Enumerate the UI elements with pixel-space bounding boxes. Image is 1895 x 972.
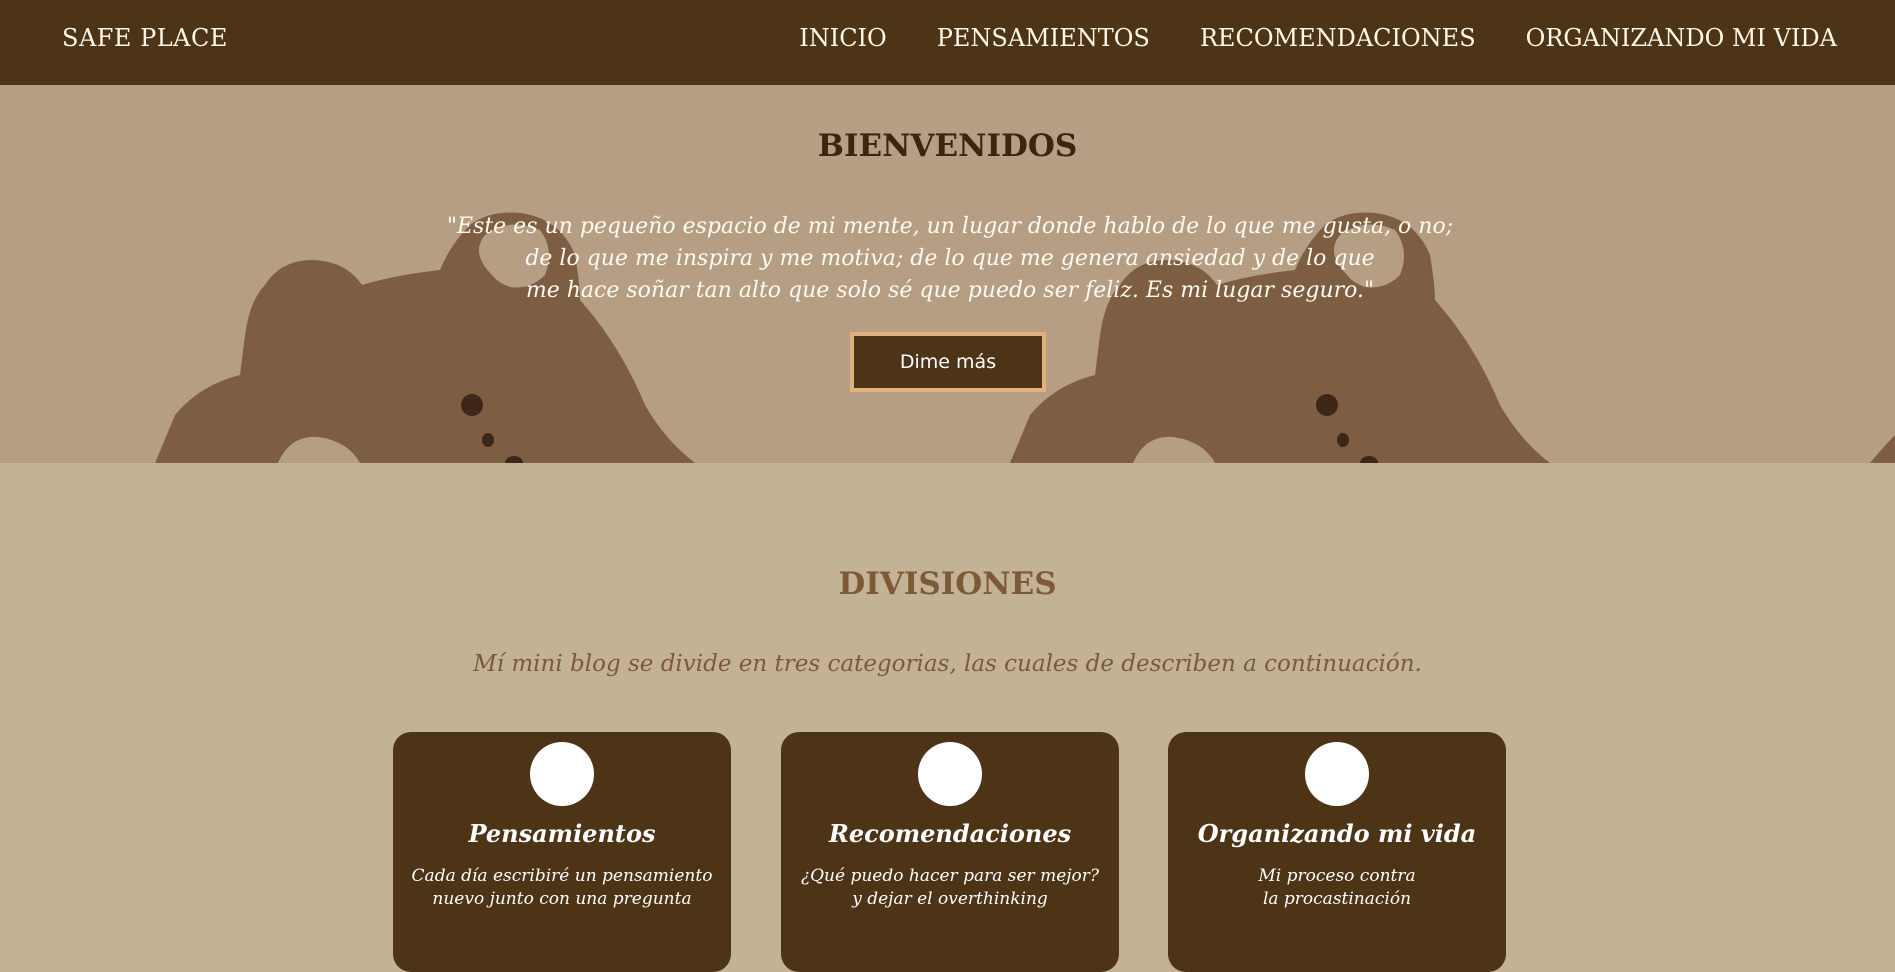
card-icon-circle xyxy=(918,742,982,806)
nav-link-pensamientos[interactable]: PENSAMIENTOS xyxy=(937,24,1150,52)
brand-logo[interactable]: SAFE PLACE xyxy=(62,24,228,52)
card-title: Recomendaciones xyxy=(828,819,1072,848)
category-card-organizando-mi-vida[interactable]: Organizando mi vida Mi proceso contra la… xyxy=(1168,732,1506,972)
card-title: Pensamientos xyxy=(468,819,656,848)
quote-line-3: me hace soñar tan alto que solo sé que p… xyxy=(525,278,1375,303)
nav-link-organizando-mi-vida[interactable]: ORGANIZANDO MI VIDA xyxy=(1526,24,1837,52)
hero-title: BIENVENIDOS xyxy=(817,128,1078,164)
card-description-line: y dejar el overthinking xyxy=(852,889,1048,909)
nav-link-recomendaciones[interactable]: RECOMENDACIONES xyxy=(1200,24,1476,52)
card-description-line: nuevo junto con una pregunta xyxy=(432,889,692,909)
divisiones-subtitle: Mí mini blog se divide en tres categoria… xyxy=(473,651,1422,677)
divisiones-title: DIVISIONES xyxy=(838,566,1057,602)
hero-quote: "Este es un pequeño espacio de mi mente,… xyxy=(400,211,1500,307)
dime-mas-button[interactable]: Dime más xyxy=(850,332,1046,392)
card-description-line: Cada día escribiré un pensamiento xyxy=(411,866,713,886)
quote-line-2: de lo que me inspira y me motiva; de lo … xyxy=(525,246,1375,271)
card-description-line: la procastinación xyxy=(1262,889,1412,909)
category-card-pensamientos[interactable]: Pensamientos Cada día escribiré un pensa… xyxy=(393,732,731,972)
top-navbar: SAFE PLACE INICIO PENSAMIENTOS RECOMENDA… xyxy=(0,0,1895,85)
card-description-line: ¿Qué puedo hacer para ser mejor? xyxy=(801,866,1099,886)
category-card-recomendaciones[interactable]: Recomendaciones ¿Qué puedo hacer para se… xyxy=(781,732,1119,972)
hero-section: BIENVENIDOS "Este es un pequeño espacio … xyxy=(0,85,1895,463)
card-title: Organizando mi vida xyxy=(1197,819,1477,848)
quote-line-1: "Este es un pequeño espacio de mi mente,… xyxy=(446,214,1454,239)
main-menu: INICIO PENSAMIENTOS RECOMENDACIONES ORGA… xyxy=(799,24,1837,52)
nav-link-inicio[interactable]: INICIO xyxy=(799,24,886,52)
card-description-line: Mi proceso contra xyxy=(1258,866,1416,886)
card-icon-circle xyxy=(1305,742,1369,806)
card-icon-circle xyxy=(530,742,594,806)
